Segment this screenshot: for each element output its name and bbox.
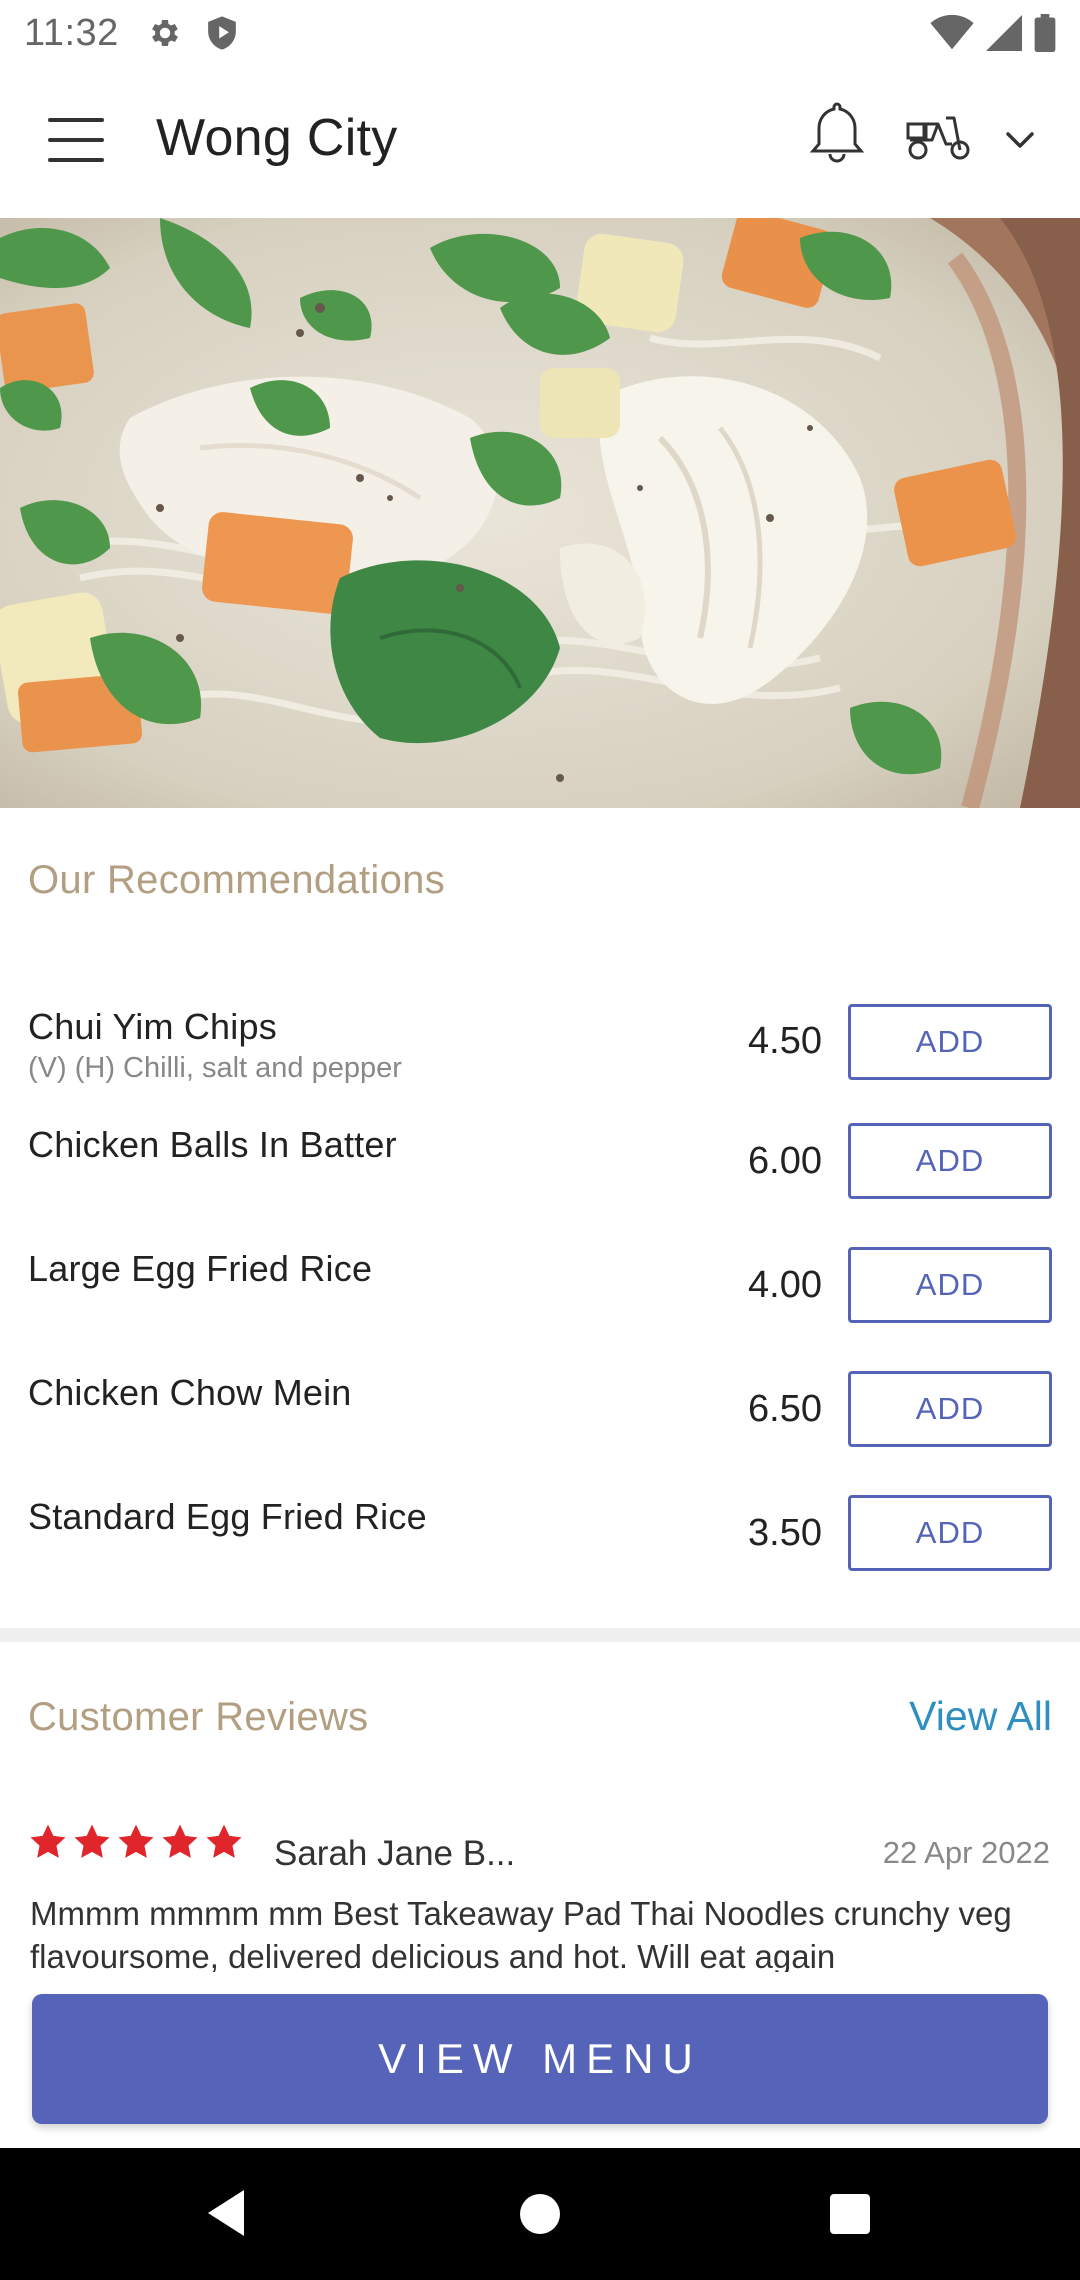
- section-divider: [0, 1628, 1080, 1642]
- star-icon: [118, 1824, 154, 1858]
- scooter-delivery-icon[interactable]: [906, 110, 972, 160]
- add-button[interactable]: ADD: [848, 1123, 1052, 1199]
- view-menu-button[interactable]: VIEW MENU: [32, 1994, 1048, 2124]
- menu-item-description: (V) (H) Chilli, salt and pepper: [28, 1052, 402, 1084]
- menu-item-row: Chicken Balls In Batter 6.00 ADD: [0, 1120, 1080, 1230]
- cellular-signal-icon: [986, 15, 1022, 51]
- gear-icon: [151, 19, 178, 47]
- chevron-down-icon[interactable]: [1004, 128, 1036, 152]
- wifi-icon: [930, 15, 974, 50]
- system-nav-bar: [0, 2148, 1080, 2280]
- menu-item-name: Chicken Balls In Batter: [28, 1124, 397, 1165]
- menu-item-name: Chui Yim Chips: [28, 1006, 277, 1047]
- star-icon: [30, 1824, 66, 1858]
- menu-item-row: Chicken Chow Mein 6.50 ADD: [0, 1368, 1080, 1478]
- add-button[interactable]: ADD: [848, 1371, 1052, 1447]
- battery-icon: [1034, 14, 1056, 52]
- menu-item-price: 6.50: [748, 1388, 822, 1430]
- back-icon[interactable]: [204, 2188, 248, 2238]
- hero-image: [0, 218, 1080, 808]
- shield-icon: [207, 16, 236, 50]
- star-icon: [162, 1824, 198, 1858]
- review-rating: [28, 1822, 244, 1862]
- menu-item-name: Standard Egg Fried Rice: [28, 1496, 427, 1537]
- review-author: Sarah Jane B...: [274, 1834, 516, 1873]
- status-right-icons: [930, 14, 1056, 52]
- recommendations-title: Our Recommendations: [28, 858, 445, 902]
- menu-item-price: 4.50: [748, 1020, 822, 1062]
- add-button[interactable]: ADD: [848, 1247, 1052, 1323]
- menu-item-row: Chui Yim Chips (V) (H) Chilli, salt and …: [0, 1000, 1080, 1110]
- add-button[interactable]: ADD: [848, 1004, 1052, 1080]
- review-date: 22 Apr 2022: [882, 1835, 1050, 1870]
- chicken-noodle-soup-image: [0, 218, 1080, 808]
- hamburger-menu-icon[interactable]: [48, 118, 104, 162]
- reviews-title: Customer Reviews: [28, 1695, 369, 1739]
- home-icon[interactable]: [520, 2194, 560, 2234]
- page-title: Wong City: [156, 109, 398, 167]
- star-icon: [206, 1824, 242, 1858]
- status-bar: 11:32: [0, 0, 1080, 66]
- status-time: 11:32: [24, 11, 119, 54]
- menu-item-row: Standard Egg Fried Rice 3.50 ADD: [0, 1492, 1080, 1602]
- status-left-icons: [147, 15, 239, 51]
- recents-icon[interactable]: [830, 2194, 870, 2234]
- review-text: Mmmm mmmm mm Best Takeaway Pad Thai Nood…: [30, 1895, 1012, 1972]
- menu-item-price: 3.50: [748, 1512, 822, 1554]
- add-button[interactable]: ADD: [848, 1495, 1052, 1571]
- star-icon: [74, 1824, 110, 1858]
- menu-item-price: 4.00: [748, 1264, 822, 1306]
- menu-item-price: 6.00: [748, 1140, 822, 1182]
- menu-item-name: Large Egg Fried Rice: [28, 1248, 373, 1289]
- app-bar: Wong City: [0, 66, 1080, 218]
- bell-icon[interactable]: [806, 96, 868, 168]
- menu-item-name: Chicken Chow Mein: [28, 1372, 352, 1413]
- menu-item-row: Large Egg Fried Rice 4.00 ADD: [0, 1244, 1080, 1354]
- view-all-reviews-link[interactable]: View All: [909, 1693, 1052, 1740]
